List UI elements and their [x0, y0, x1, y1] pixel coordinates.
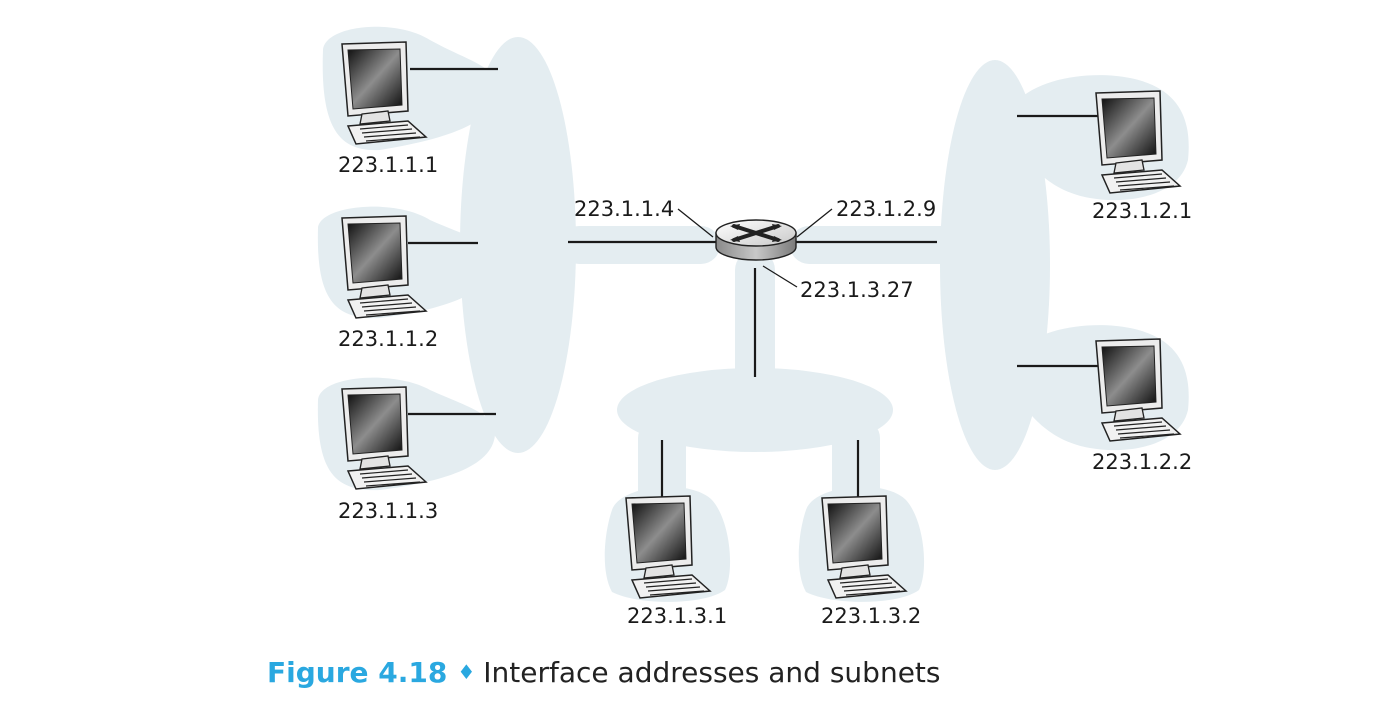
interface-label-223-1-3-27: 223.1.3.27	[800, 278, 914, 302]
host-label-223-1-1-1: 223.1.1.1	[338, 153, 438, 177]
interface-label-223-1-1-4: 223.1.1.4	[574, 197, 674, 221]
caption-text: Interface addresses and subnets	[483, 656, 941, 689]
interface-label-223-1-2-9: 223.1.2.9	[836, 197, 936, 221]
host-label-223-1-2-2: 223.1.2.2	[1092, 450, 1192, 474]
figure-number: Figure 4.18	[267, 656, 448, 689]
network-diagram: 223.1.1.1 223.1.1.2 223.1.1.3 223.1.2.1 …	[317, 26, 1192, 628]
router	[715, 219, 797, 261]
host-label-223-1-3-1: 223.1.3.1	[627, 604, 727, 628]
host-label-223-1-2-1: 223.1.2.1	[1092, 199, 1192, 223]
host-label-223-1-1-2: 223.1.1.2	[338, 327, 438, 351]
host-label-223-1-1-3: 223.1.1.3	[338, 499, 438, 523]
figure-caption: Figure 4.18 ♦ Interface addresses and subn…	[267, 656, 940, 689]
host-label-223-1-3-2: 223.1.3.2	[821, 604, 921, 628]
caption-diamond-icon: ♦	[457, 660, 476, 684]
